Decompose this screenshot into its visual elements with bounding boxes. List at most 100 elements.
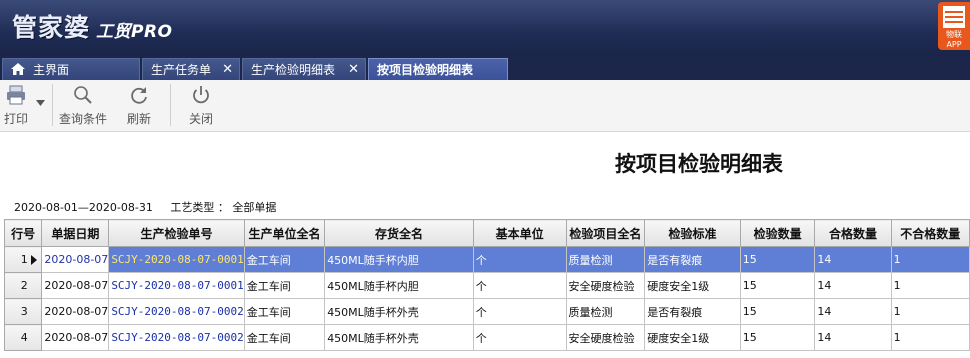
tab-inspection-by-project-label: 按项目检验明细表 [377, 63, 474, 77]
cell-project[interactable]: 质量检测 [565, 298, 646, 325]
cell-base-unit[interactable]: 个 [472, 324, 567, 351]
cell-project[interactable]: 安全硬度检验 [565, 272, 646, 299]
cell-base-unit[interactable]: 个 [472, 298, 567, 325]
table-row[interactable]: 1 2020-08-07 SCJY-2020-08-07-0001 金工车间 4… [3, 246, 970, 273]
row-number: 4 [3, 324, 43, 351]
cell-item-name[interactable]: 450ML随手杯内胆 [324, 246, 474, 273]
close-button[interactable]: 关闭 [186, 84, 216, 127]
tab-home-label: 主界面 [33, 63, 70, 77]
table-row[interactable]: 4 2020-08-07 SCJY-2020-08-07-0002 金工车间 4… [3, 324, 970, 351]
inspection-grid: 行号 单据日期 生产检验单号 生产单位全名 存货全名 基本单位 检验项目全名 检… [3, 219, 970, 351]
cell-date[interactable]: 2020-08-07 [41, 272, 110, 299]
cell-date[interactable]: 2020-08-07 [41, 324, 110, 351]
cell-production-unit[interactable]: 金工车间 [243, 272, 326, 299]
cell-production-unit[interactable]: 金工车间 [243, 324, 326, 351]
cell-date[interactable]: 2020-08-07 [41, 246, 110, 273]
qr-code-icon [943, 6, 965, 28]
cell-item-name[interactable]: 450ML随手杯外壳 [324, 324, 474, 351]
power-icon [193, 86, 209, 104]
cell-production-unit[interactable]: 金工车间 [243, 246, 326, 273]
app-logo: 管家婆 [12, 13, 91, 42]
promo-line2: APP [946, 40, 962, 49]
cell-base-unit[interactable]: 个 [472, 246, 567, 273]
search-icon [74, 86, 92, 104]
column-header[interactable]: 检验数量 [739, 219, 816, 247]
cell-passed-qty[interactable]: 14 [814, 298, 892, 325]
cell-production-unit[interactable]: 金工车间 [243, 298, 326, 325]
grid-header-row: 行号 单据日期 生产检验单号 生产单位全名 存货全名 基本单位 检验项目全名 检… [3, 219, 970, 247]
tab-inspection-by-project[interactable]: 按项目检验明细表 [368, 58, 508, 80]
row-number: 2 [3, 272, 43, 299]
app-logo-subtitle: 工贸PRO [96, 22, 173, 42]
column-header[interactable]: 基本单位 [472, 219, 567, 247]
cell-passed-qty[interactable]: 14 [814, 324, 892, 351]
report-title: 按项目检验明细表 [615, 151, 783, 176]
print-label: 打印 [3, 112, 28, 126]
cell-failed-qty[interactable]: 1 [890, 298, 970, 325]
home-icon [11, 63, 25, 75]
cell-project[interactable]: 安全硬度检验 [565, 324, 646, 351]
cell-inspected-qty[interactable]: 15 [739, 298, 816, 325]
column-header[interactable]: 生产单位全名 [243, 219, 326, 247]
close-icon[interactable]: ✕ [348, 59, 359, 81]
cell-inspection-code[interactable]: SCJY-2020-08-07-0002 [108, 298, 245, 325]
column-header[interactable]: 合格数量 [814, 219, 892, 247]
column-header[interactable]: 不合格数量 [890, 219, 970, 247]
cell-passed-qty[interactable]: 14 [814, 246, 892, 273]
column-header[interactable]: 单据日期 [41, 219, 110, 247]
tab-home[interactable]: 主界面 [2, 58, 140, 80]
cell-inspected-qty[interactable]: 15 [739, 272, 816, 299]
cell-failed-qty[interactable]: 1 [890, 324, 970, 351]
printer-icon [7, 85, 25, 105]
query-conditions-button[interactable]: 查询条件 [58, 84, 108, 127]
toolbar-divider [52, 84, 53, 126]
row-number: 3 [3, 298, 43, 325]
column-header[interactable]: 检验标准 [644, 219, 741, 247]
tab-production-inspection[interactable]: 生产检验明细表 ✕ [242, 58, 366, 80]
table-row[interactable]: 3 2020-08-07 SCJY-2020-08-07-0002 金工车间 4… [3, 298, 970, 325]
cell-passed-qty[interactable]: 14 [814, 272, 892, 299]
column-header[interactable]: 检验项目全名 [565, 219, 646, 247]
refresh-icon [131, 87, 147, 104]
process-type: 工艺类型 ： 全部单据 [170, 201, 277, 214]
cell-standard[interactable]: 硬度安全1级 [644, 324, 741, 351]
report-filter-info: 2020-08-01—2020-08-31 工艺类型 ： 全部单据 [14, 199, 290, 215]
date-range: 2020-08-01—2020-08-31 [14, 201, 153, 214]
row-number: 1 [3, 246, 43, 273]
cell-failed-qty[interactable]: 1 [890, 272, 970, 299]
app-promo-badge[interactable]: 物联 APP [938, 2, 970, 50]
app-header: 管家婆 工贸PRO 物联 APP [0, 0, 970, 56]
table-row[interactable]: 2 2020-08-07 SCJY-2020-08-07-0001 金工车间 4… [3, 272, 970, 299]
cell-inspected-qty[interactable]: 15 [739, 246, 816, 273]
tab-bar: 主界面 生产任务单 ✕ 生产检验明细表 ✕ 按项目检验明细表 [0, 56, 970, 80]
toolbar: 打印 查询条件 刷新 关闭 [0, 80, 970, 132]
print-button[interactable]: 打印 [2, 84, 30, 127]
cell-standard[interactable]: 硬度安全1级 [644, 272, 741, 299]
cell-inspection-code[interactable]: SCJY-2020-08-07-0001 [108, 246, 245, 273]
column-header[interactable]: 行号 [3, 219, 43, 247]
cell-project[interactable]: 质量检测 [565, 246, 646, 273]
cell-standard[interactable]: 是否有裂痕 [644, 246, 741, 273]
tab-production-inspection-label: 生产检验明细表 [251, 63, 336, 77]
refresh-label: 刷新 [126, 112, 151, 126]
cell-item-name[interactable]: 450ML随手杯外壳 [324, 298, 474, 325]
column-header[interactable]: 生产检验单号 [108, 219, 245, 247]
cell-item-name[interactable]: 450ML随手杯内胆 [324, 272, 474, 299]
cell-failed-qty[interactable]: 1 [890, 246, 970, 273]
cell-inspection-code[interactable]: SCJY-2020-08-07-0001 [108, 272, 245, 299]
cell-inspection-code[interactable]: SCJY-2020-08-07-0002 [108, 324, 245, 351]
close-label: 关闭 [188, 112, 213, 126]
current-row-marker-icon [31, 255, 37, 265]
cell-base-unit[interactable]: 个 [472, 272, 567, 299]
chevron-down-icon[interactable] [36, 100, 45, 106]
cell-standard[interactable]: 是否有裂痕 [644, 298, 741, 325]
column-header[interactable]: 存货全名 [324, 219, 474, 247]
tab-production-task[interactable]: 生产任务单 ✕ [142, 58, 240, 80]
toolbar-divider [170, 84, 171, 126]
query-conditions-label: 查询条件 [58, 112, 107, 126]
cell-date[interactable]: 2020-08-07 [41, 298, 110, 325]
tab-production-task-label: 生产任务单 [151, 63, 212, 77]
close-icon[interactable]: ✕ [222, 59, 233, 81]
refresh-button[interactable]: 刷新 [124, 84, 154, 127]
cell-inspected-qty[interactable]: 15 [739, 324, 816, 351]
